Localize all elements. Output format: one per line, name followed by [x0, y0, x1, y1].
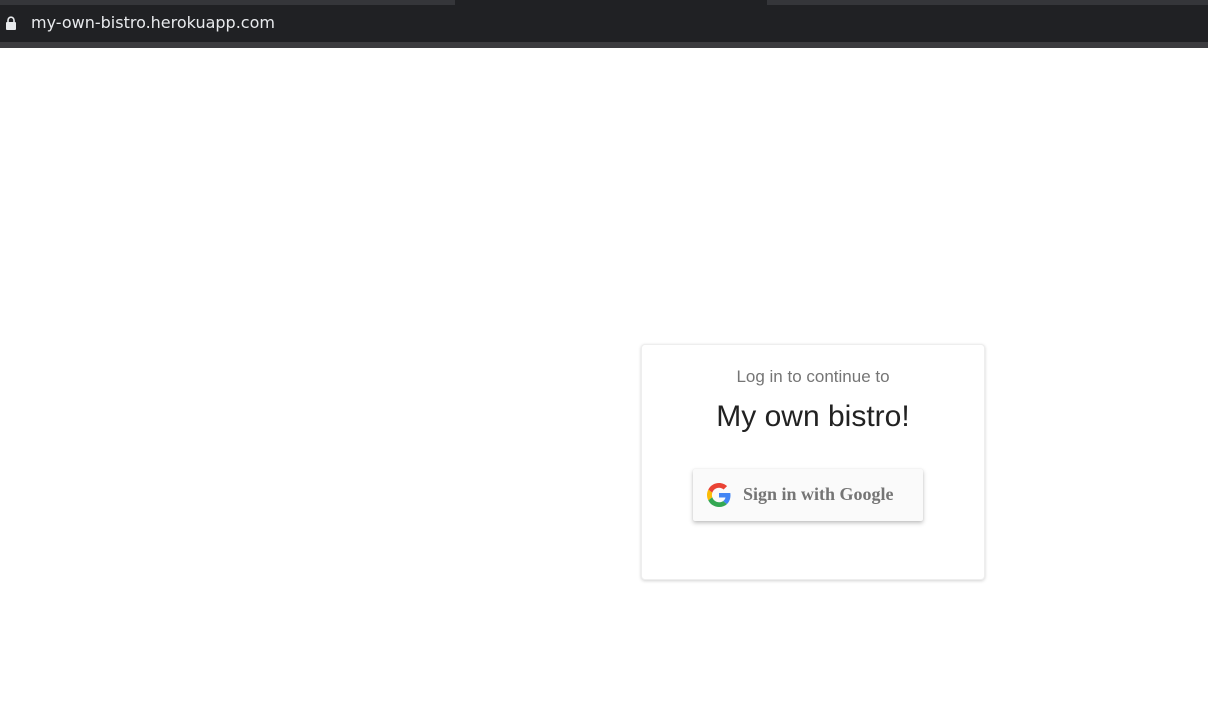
browser-address-bar: my-own-bistro.herokuapp.com [0, 0, 1208, 48]
tab-strip [0, 0, 1208, 5]
page-content [0, 48, 1208, 703]
url-text[interactable]: my-own-bistro.herokuapp.com [31, 13, 275, 33]
lock-icon[interactable] [5, 16, 17, 30]
active-tab[interactable] [455, 0, 767, 5]
google-icon [707, 483, 731, 507]
login-card: Log in to continue to My own bistro! Sig… [641, 344, 985, 580]
sign-in-with-google-button[interactable]: Sign in with Google [693, 469, 923, 521]
login-subtitle: Log in to continue to [736, 367, 890, 386]
app-title: My own bistro! [716, 400, 910, 433]
google-button-label: Sign in with Google [743, 484, 894, 504]
